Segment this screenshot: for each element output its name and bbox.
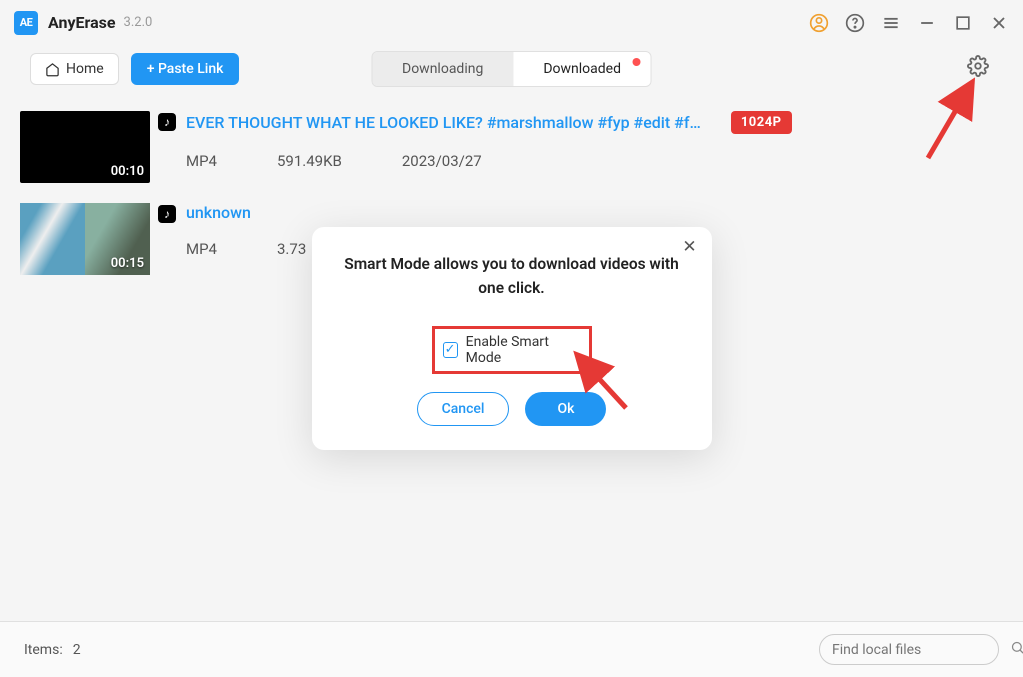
checkbox-label: Enable Smart Mode (466, 334, 581, 366)
ok-button[interactable]: Ok (525, 392, 606, 426)
smart-mode-checkbox-wrap[interactable]: ✓ Enable Smart Mode (432, 326, 592, 374)
cancel-button[interactable]: Cancel (417, 392, 510, 426)
smart-mode-modal: ✕ Smart Mode allows you to download vide… (312, 227, 712, 450)
modal-text: Smart Mode allows you to download videos… (340, 253, 684, 300)
modal-overlay: ✕ Smart Mode allows you to download vide… (0, 0, 1023, 677)
checkbox-icon: ✓ (443, 342, 458, 358)
close-button[interactable]: ✕ (682, 239, 698, 255)
